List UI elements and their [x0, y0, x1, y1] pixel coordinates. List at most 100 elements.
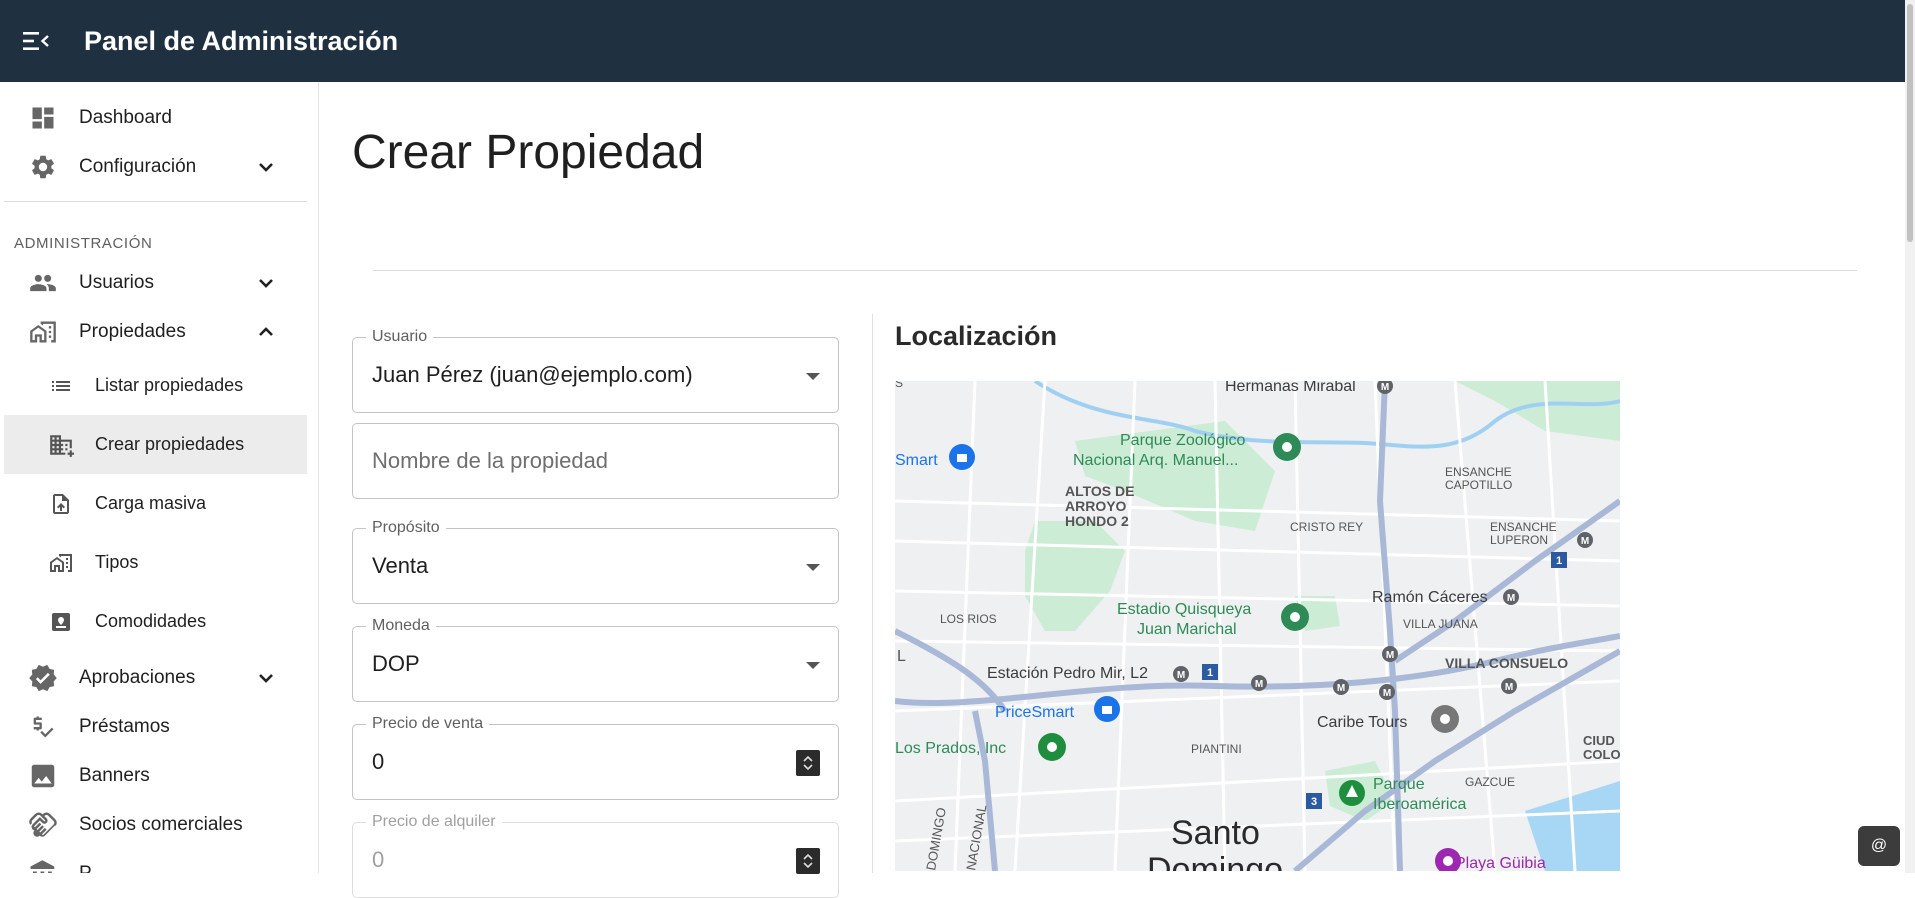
- precio-venta-label: Precio de venta: [366, 715, 490, 733]
- sidebar-item-carga-masiva[interactable]: Carga masiva: [4, 474, 307, 533]
- map-pin[interactable]: [1273, 433, 1301, 461]
- apartment-icon: [46, 548, 76, 578]
- map-label: COLO: [1583, 747, 1620, 762]
- sidebar-item-listar-propiedades[interactable]: Listar propiedades: [4, 356, 307, 415]
- people-icon: [26, 266, 60, 300]
- sidebar-section-header: ADMINISTRACIÓN: [14, 235, 153, 252]
- sidebar-item-usuarios[interactable]: Usuarios: [4, 258, 307, 307]
- sidebar-item-label: Usuarios: [79, 271, 154, 293]
- image-icon: [26, 759, 60, 793]
- map-label: Iberoamérica: [1373, 796, 1466, 813]
- map-label: Nacional Arq. Manuel...: [1073, 452, 1238, 469]
- map-label: PIANTINI: [1191, 742, 1242, 756]
- sidebar-item-more[interactable]: P...: [4, 849, 307, 873]
- dashboard-icon: [26, 101, 60, 135]
- sidebar-item-label: Banners: [79, 764, 150, 786]
- proposito-select[interactable]: Propósito Venta: [352, 519, 839, 604]
- highway-shield: 3: [1311, 796, 1317, 808]
- list-icon: [46, 371, 76, 401]
- sidebar-item-propiedades[interactable]: Propiedades: [4, 307, 307, 356]
- bank-icon: [26, 857, 60, 873]
- sidebar-item-label: Préstamos: [79, 715, 170, 737]
- verified-icon: [26, 661, 60, 695]
- corner-action-button[interactable]: @: [1858, 826, 1900, 866]
- map-label: Caribe Tours: [1317, 714, 1407, 731]
- metro-marker: M: [1507, 593, 1515, 604]
- column-divider: [872, 314, 873, 873]
- scrollbar-thumb[interactable]: [1907, 4, 1913, 242]
- nombre-propiedad-input[interactable]: Nombre de la propiedad: [352, 423, 839, 499]
- sidebar-item-label: Propiedades: [79, 320, 186, 342]
- metro-marker: M: [1255, 679, 1263, 690]
- map-label: Hermanas Mirabal: [1225, 381, 1356, 395]
- sidebar-item-banners[interactable]: Banners: [4, 751, 307, 800]
- map-pin[interactable]: [1094, 696, 1120, 722]
- proposito-value: Venta: [372, 553, 429, 578]
- map-label: Los Prados, Inc: [895, 740, 1006, 757]
- metro-marker: M: [1581, 536, 1589, 547]
- moneda-label: Moneda: [366, 617, 436, 635]
- map-label: HONDO 2: [1065, 513, 1129, 529]
- moneda-select[interactable]: Moneda DOP: [352, 617, 839, 702]
- dropdown-arrow-icon: [806, 662, 820, 669]
- map-label: Parque: [1373, 776, 1425, 793]
- price-check-icon: [26, 710, 60, 744]
- page-title: Crear Propiedad: [352, 126, 705, 179]
- metro-marker: M: [1381, 382, 1389, 393]
- chevron-down-icon: [259, 278, 273, 288]
- precio-alquiler-value: 0: [372, 847, 385, 872]
- sidebar-item-label: Socios comerciales: [79, 813, 243, 835]
- map-pin[interactable]: [1339, 780, 1365, 806]
- spinner-arrows-icon: [803, 755, 813, 771]
- map-label: LUPERON: [1490, 533, 1548, 547]
- number-spinner[interactable]: [796, 848, 820, 874]
- number-spinner[interactable]: [796, 750, 820, 776]
- sidebar-item-tipos[interactable]: Tipos: [4, 533, 307, 592]
- sidebar-item-aprobaciones[interactable]: Aprobaciones: [4, 653, 307, 702]
- sidebar-item-label: Aprobaciones: [79, 666, 196, 688]
- usuario-label: Usuario: [366, 328, 434, 346]
- map-pin[interactable]: [949, 444, 975, 470]
- page-scrollbar[interactable]: [1905, 0, 1915, 873]
- sidebar-item-configuracion[interactable]: Configuración: [4, 142, 307, 191]
- proposito-label: Propósito: [366, 519, 446, 537]
- location-map[interactable]: Hermanas Mirabal Parque Zoológico Nacion…: [895, 381, 1620, 871]
- buildings-icon: [26, 315, 60, 349]
- spinner-arrows-icon: [803, 853, 813, 869]
- precio-alquiler-input[interactable]: Precio de alquiler 0: [352, 813, 839, 898]
- usuario-value: Juan Pérez (juan@ejemplo.com): [372, 362, 693, 387]
- sidebar-item-crear-propiedades[interactable]: Crear propiedades: [4, 415, 307, 474]
- metro-marker: M: [1337, 683, 1345, 694]
- app-title: Panel de Administración: [84, 25, 399, 56]
- metro-marker: M: [1505, 682, 1513, 693]
- map-label: CRISTO REY: [1290, 520, 1363, 534]
- sidebar-item-label: Tipos: [95, 552, 139, 572]
- handshake-icon: [26, 808, 60, 842]
- sidebar-item-socios-comerciales[interactable]: Socios comerciales: [4, 800, 307, 849]
- usuario-select[interactable]: Usuario Juan Pérez (juan@ejemplo.com): [352, 328, 839, 413]
- map-label: Estación Pedro Mir, L2: [987, 665, 1148, 682]
- map-label: ENSANCHE: [1490, 520, 1557, 534]
- nombre-placeholder: Nombre de la propiedad: [372, 448, 609, 473]
- sidebar-item-label: Listar propiedades: [95, 375, 244, 395]
- sidebar-item-dashboard[interactable]: Dashboard: [4, 93, 307, 142]
- map-label: Domingo: [1147, 851, 1283, 871]
- app-header: Panel de Administración: [0, 0, 1905, 82]
- sidebar-item-label: P...: [79, 862, 106, 874]
- map-pin[interactable]: [1431, 705, 1459, 733]
- sidebar-item-prestamos[interactable]: Préstamos: [4, 702, 307, 751]
- metro-marker: M: [1386, 650, 1394, 661]
- map-pin[interactable]: [1038, 733, 1066, 761]
- sidebar-item-comodidades[interactable]: Comodidades: [4, 592, 307, 651]
- highway-shield: 1: [1207, 667, 1213, 679]
- map-pin[interactable]: [1281, 603, 1309, 631]
- menu-collapse-button[interactable]: [19, 24, 53, 58]
- moneda-value: DOP: [372, 651, 420, 676]
- map-label: Santo: [1171, 814, 1260, 852]
- highway-shield: 1: [1556, 555, 1562, 567]
- map-label: GAZCUE: [1465, 775, 1515, 789]
- sidebar-item-label: Dashboard: [79, 106, 172, 128]
- precio-venta-input[interactable]: Precio de venta 0: [352, 715, 839, 800]
- chevron-down-icon: [259, 162, 273, 172]
- dropdown-arrow-icon: [806, 564, 820, 571]
